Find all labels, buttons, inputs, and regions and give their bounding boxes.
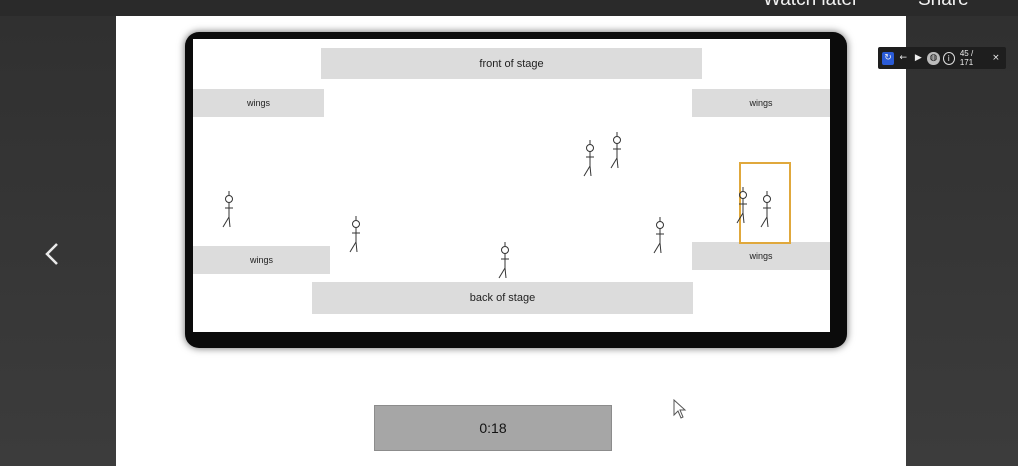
rotate-icon[interactable]: ↻ xyxy=(882,51,895,65)
dancer-figure[interactable] xyxy=(736,187,750,227)
dancer-figure[interactable] xyxy=(583,140,597,180)
info-icon[interactable]: i xyxy=(942,51,955,65)
wings-bottom-left: wings xyxy=(193,246,330,274)
globe-icon[interactable]: ◍ xyxy=(927,51,940,65)
arrow-left-icon[interactable]: ← xyxy=(897,52,909,65)
top-bar: Watch later Share xyxy=(0,0,1018,16)
chevron-left-icon xyxy=(45,243,58,265)
back-of-stage-label: back of stage xyxy=(312,282,693,314)
dancer-figure[interactable] xyxy=(222,191,236,231)
watch-later-button[interactable]: Watch later xyxy=(763,0,858,10)
slide-counter: 45 / 171 xyxy=(959,49,974,67)
right-side-panel xyxy=(906,16,1018,466)
dancer-figure[interactable] xyxy=(498,242,512,282)
previous-button[interactable] xyxy=(36,236,68,272)
wings-top-left: wings xyxy=(193,89,324,117)
mouse-cursor-icon xyxy=(673,399,687,419)
dancer-figure[interactable] xyxy=(653,217,667,257)
share-button[interactable]: Share xyxy=(918,0,969,10)
dancer-figure[interactable] xyxy=(610,132,624,172)
timer-display: 0:18 xyxy=(374,405,612,451)
stage-diagram: front of stage wings wings wings wings b… xyxy=(193,39,830,332)
slideshow-toolbar: ↻ ← ▶ ◍ i 45 / 171 × xyxy=(878,47,1006,69)
play-icon[interactable]: ▶ xyxy=(912,52,924,65)
front-of-stage-label: front of stage xyxy=(321,48,702,79)
close-icon[interactable]: × xyxy=(990,52,1002,65)
wings-top-right: wings xyxy=(692,89,830,117)
wings-bottom-right: wings xyxy=(692,242,830,270)
dancer-figure[interactable] xyxy=(349,216,363,256)
dancer-figure[interactable] xyxy=(760,191,774,231)
